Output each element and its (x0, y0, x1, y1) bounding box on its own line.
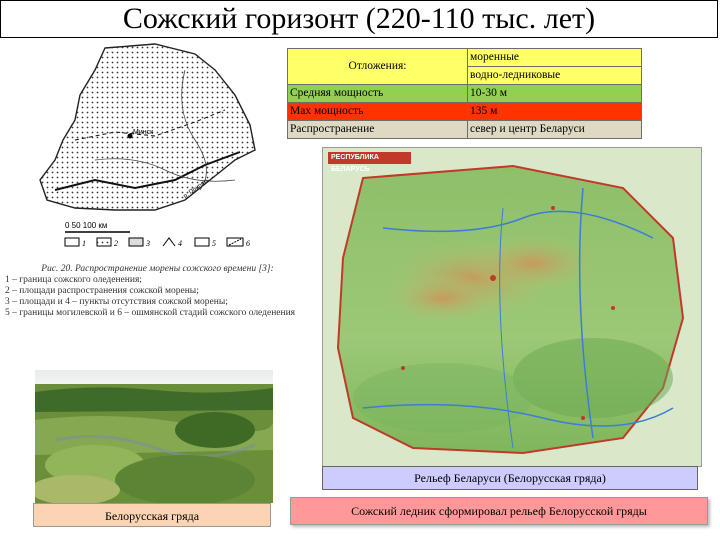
legend-number: 1 (82, 239, 86, 248)
distribution-value: север и центр Беларуси (467, 120, 642, 139)
legend-number: 2 (114, 239, 118, 248)
relief-map-svg (323, 148, 701, 466)
max-thickness-label: Мах мощность (287, 102, 468, 121)
max-thickness-value: 135 м (467, 102, 642, 121)
scheme-caption: Рис. 20. Распространение морены сожского… (5, 264, 310, 319)
avg-thickness-value: 10-30 м (467, 84, 642, 103)
scale-label: 0 50 100 км (65, 221, 107, 230)
avg-thickness-label: Средняя мощность (287, 84, 468, 103)
horizon-info-table: Отложения: моренные водно-ледниковые Сре… (287, 48, 642, 139)
ridge-photo-svg (35, 370, 273, 503)
ridge-photo-caption: Белорусская гряда (33, 503, 271, 527)
distribution-label: Распространение (287, 120, 468, 139)
legend-number: 3 (145, 239, 150, 248)
caption-line: 5 – границы могилевской и 6 – ошмянской … (5, 308, 296, 318)
city-label: Минск (133, 129, 154, 136)
deposits-label: Отложения: (287, 48, 468, 85)
scheme-legend: 1 2 3 4 5 6 (64, 237, 250, 248)
relief-map-caption: Рельеф Беларуси (Белорусская гряда) (322, 466, 698, 490)
scheme-map-svg: Минск р. Припять 0 50 100 км 1 2 3 4 5 6 (39, 43, 256, 248)
moraine-scheme-map: Минск р. Припять 0 50 100 км 1 2 3 4 5 6 (35, 40, 275, 255)
glacier-caption: Сожский ледник сформировал рельеф Белору… (290, 497, 708, 525)
legend-number: 6 (246, 239, 250, 248)
legend-number: 5 (212, 239, 216, 248)
deposits-value-fluvioglacial: водно-ледниковые (467, 66, 642, 85)
deposits-value-moraine: моренные (467, 48, 642, 67)
relief-map (322, 147, 702, 467)
ridge-photo (35, 370, 273, 503)
caption-line: 2 – площади распространения сожской море… (5, 286, 199, 296)
caption-line: 3 – площади и 4 – пункты отсутствия сожс… (5, 297, 228, 307)
legend-number: 4 (178, 239, 182, 248)
caption-title: Рис. 20. Распространение морены сожского… (41, 264, 274, 274)
caption-line: 1 – граница сожского оледенения; (5, 275, 142, 285)
slide-title: Сожский горизонт (220-110 тыс. лет) (0, 0, 718, 38)
map-header: РЕСПУБЛИКА БЕЛАРУСЬ (328, 152, 411, 173)
